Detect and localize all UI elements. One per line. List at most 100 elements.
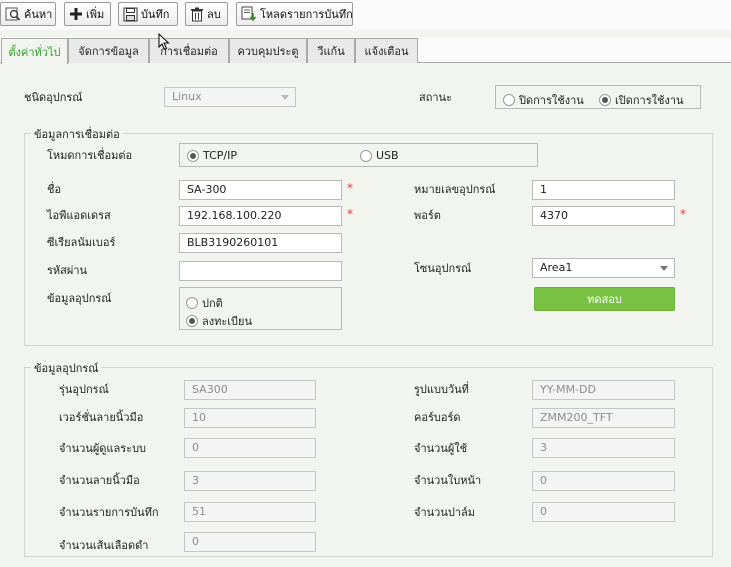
user-count-field: 3 — [532, 438, 675, 458]
status-enabled-radio[interactable]: เปิดการใช้งาน — [599, 91, 684, 109]
mouse-cursor-icon — [158, 33, 170, 51]
radio-off-icon — [186, 297, 198, 309]
ip-address-input[interactable]: 192.168.100.220 — [179, 206, 342, 226]
face-count-field: 0 — [532, 471, 675, 491]
serial-number-input[interactable]: BLB3190260101 — [179, 233, 342, 253]
search-button[interactable]: ค้นหา — [0, 2, 56, 26]
add-button[interactable]: เพิ่ม — [64, 2, 111, 26]
fingerprint-version-label: เวอร์ชั่นลายนิ้วมือ — [59, 411, 144, 424]
mainboard-field: ZMM200_TFT — [532, 408, 675, 428]
tab-label: วีแก้น — [317, 45, 345, 58]
serial-number-label: ซีเรียลนัมเบอร์ — [47, 236, 116, 249]
device-zone-value: Area1 — [540, 261, 573, 274]
password-input[interactable] — [179, 261, 342, 281]
name-label: ชื่อ — [47, 183, 62, 196]
tab-data-management[interactable]: จัดการข้อมูล — [68, 38, 149, 63]
port-label: พอร์ต — [414, 209, 441, 222]
download-records-button-label: โหลดรายการบันทึก — [260, 8, 353, 21]
save-icon — [123, 7, 138, 21]
delete-button-label: ลบ — [207, 8, 221, 21]
password-label: รหัสผ่าน — [47, 264, 88, 277]
connection-info-title: ข้อมูลการเชื่อมต่อ — [31, 125, 123, 143]
tab-label: จัดการข้อมูล — [78, 45, 139, 58]
chevron-down-icon — [660, 266, 668, 271]
radio-label: เปิดการใช้งาน — [615, 94, 684, 107]
date-format-field: YY-MM-DD — [532, 380, 675, 400]
device-type-select[interactable]: Linux — [164, 87, 296, 107]
chevron-down-icon — [281, 95, 289, 100]
device-info-label: ข้อมูลอุปกรณ์ — [47, 292, 112, 305]
device-zone-label: โซนอุปกรณ์ — [414, 262, 472, 275]
tab-general-settings[interactable]: ตั้งค่าทั่วไป — [1, 38, 68, 64]
palm-count-label: จำนวนปาล์ม — [414, 506, 475, 519]
admin-count-field: 0 — [184, 438, 316, 458]
radio-off-icon — [360, 149, 372, 162]
radio-on-icon — [599, 94, 611, 106]
status-radio-group: ปิดการใช้งาน เปิดการใช้งาน — [495, 85, 701, 109]
download-records-button[interactable]: โหลดรายการบันทึก — [236, 2, 353, 26]
tab-door-control[interactable]: ควบคุมประตู — [229, 38, 307, 63]
tab-wiegand[interactable]: วีแก้น — [307, 38, 355, 63]
radio-on-icon — [186, 315, 198, 327]
required-mark: * — [680, 207, 686, 221]
required-mark: * — [347, 181, 353, 195]
tab-alerts[interactable]: แจ้งเตือน — [355, 38, 418, 63]
required-mark: * — [347, 207, 353, 221]
plus-icon — [70, 8, 82, 20]
ip-address-label: ไอพีแอดเดรส — [47, 209, 111, 222]
radio-off-icon — [503, 94, 515, 106]
add-button-label: เพิ่ม — [86, 8, 105, 21]
device-info-title: ข้อมูลอุปกรณ์ — [31, 359, 102, 377]
tab-label: ตั้งค่าทั่วไป — [8, 45, 61, 59]
device-type-label: ชนิดอุปกรณ์ — [24, 91, 83, 104]
save-button-label: บันทึก — [141, 8, 170, 21]
palm-count-field: 0 — [532, 502, 675, 522]
port-input[interactable]: 4370 — [532, 206, 675, 226]
connection-mode-label: โหมดการเชื่อมต่อ — [47, 149, 133, 162]
fingerprint-version-field: 10 — [184, 408, 316, 428]
device-model-label: รุ่นอุปกรณ์ — [59, 383, 109, 396]
date-format-label: รูปแบบวันที่ — [414, 383, 469, 396]
status-disabled-radio[interactable]: ปิดการใช้งาน — [503, 91, 584, 109]
radio-label: ปกติ — [202, 297, 223, 310]
radio-label: USB — [376, 149, 399, 162]
vein-count-label: จำนวนเส้นเลือดดำ — [59, 539, 149, 552]
radio-label: ปิดการใช้งาน — [519, 94, 584, 107]
device-zone-select[interactable]: Area1 — [532, 258, 675, 278]
tab-bar: ตั้งค่าทั่วไป จัดการข้อมูล การเชื่อมต่อ … — [0, 37, 731, 64]
vein-count-field: 0 — [184, 532, 316, 552]
download-icon — [241, 6, 257, 22]
device-number-input[interactable]: 1 — [532, 180, 675, 200]
admin-count-label: จำนวนผู้ดูแลระบบ — [59, 442, 147, 455]
mode-usb-radio[interactable]: USB — [360, 149, 399, 162]
device-number-label: หมายเลขอุปกรณ์ — [414, 183, 496, 196]
device-info-radio-group: ปกติ ลงทะเบียน — [179, 287, 342, 330]
radio-label: ลงทะเบียน — [202, 315, 252, 328]
device-info-register-radio[interactable]: ลงทะเบียน — [186, 312, 252, 330]
mainboard-label: คอร์บอร์ด — [414, 411, 461, 424]
device-type-value: Linux — [172, 90, 202, 103]
search-button-label: ค้นหา — [24, 8, 53, 21]
tab-label: ควบคุมประตู — [237, 45, 299, 58]
device-model-field: SA300 — [184, 380, 316, 400]
fingerprint-count-field: 3 — [184, 471, 316, 491]
toolbar: ค้นหา เพิ่ม บันทึก ลบ โหลดรายการบันทึก — [0, 0, 731, 30]
record-count-field: 51 — [184, 502, 316, 522]
record-count-label: จำนวนรายการบันทึก — [59, 506, 159, 519]
delete-button[interactable]: ลบ — [185, 2, 228, 26]
name-input[interactable]: SA-300 — [179, 180, 342, 200]
fingerprint-count-label: จำนวนลายนิ้วมือ — [59, 474, 140, 487]
radio-on-icon — [187, 149, 199, 162]
save-button[interactable]: บันทึก — [118, 2, 178, 26]
radio-label: TCP/IP — [203, 149, 237, 162]
device-info-normal-radio[interactable]: ปกติ — [186, 294, 223, 312]
connection-mode-radio-group: TCP/IP USB — [179, 143, 538, 167]
user-count-label: จำนวนผู้ใช้ — [414, 442, 468, 455]
trash-icon — [191, 7, 203, 21]
face-count-label: จำนวนใบหน้า — [414, 474, 482, 487]
mode-tcpip-radio[interactable]: TCP/IP — [187, 149, 237, 162]
status-label: สถานะ — [419, 91, 452, 104]
test-connection-button[interactable]: ทดสอบ — [534, 287, 675, 311]
search-icon — [5, 7, 21, 21]
tab-label: แจ้งเตือน — [364, 45, 409, 58]
